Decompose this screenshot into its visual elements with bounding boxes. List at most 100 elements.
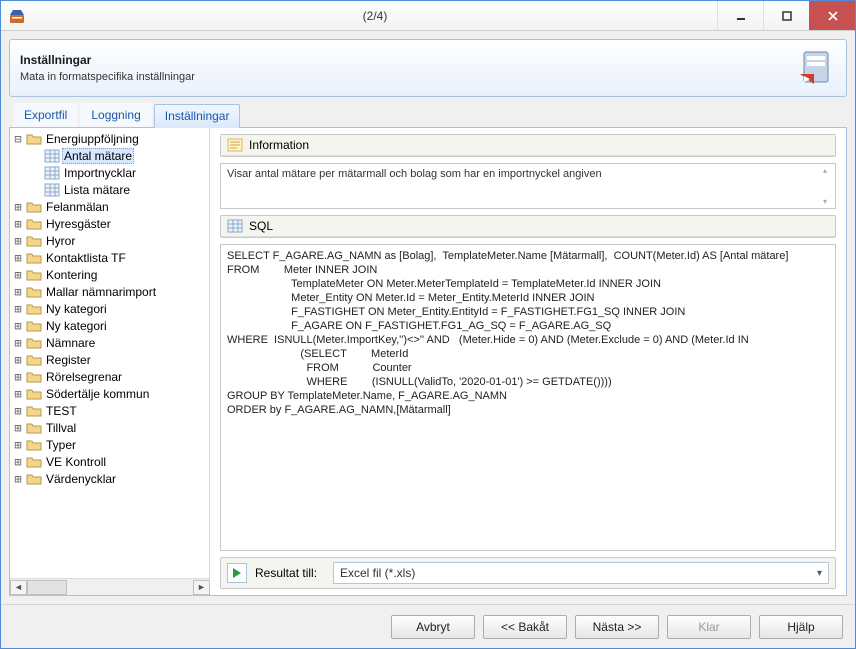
note-icon	[227, 138, 243, 152]
window-title: (2/4)	[33, 9, 717, 23]
expand-icon[interactable]: ⊞	[12, 217, 24, 231]
sql-label: SQL	[249, 219, 273, 233]
folder-icon	[26, 353, 42, 367]
folder-icon	[26, 370, 42, 384]
tree-node-typer[interactable]: ⊞Typer	[10, 436, 209, 453]
collapse-icon[interactable]: ⊟	[12, 132, 24, 146]
expand-icon[interactable]: ⊞	[12, 336, 24, 350]
folder-icon	[26, 387, 42, 401]
expand-icon[interactable]: ⊞	[12, 353, 24, 367]
bakat-button[interactable]: << Bakåt	[483, 615, 567, 639]
header-panel: Inställningar Mata in formatspecifika in…	[9, 39, 847, 97]
expand-icon[interactable]: ⊞	[12, 285, 24, 299]
klar-button[interactable]: Klar	[667, 615, 751, 639]
close-button[interactable]	[809, 1, 855, 30]
tree-node-felanmalan[interactable]: ⊞Felanmälan	[10, 198, 209, 215]
tree-node-importnycklar[interactable]: Importnycklar	[10, 164, 209, 181]
result-row: Resultat till: Excel fil (*.xls) ▾	[220, 557, 836, 589]
scroll-down-icon[interactable]: ▾	[823, 197, 833, 206]
tree-node-vardenycklar[interactable]: ⊞Värdenycklar	[10, 470, 209, 487]
hjalp-button[interactable]: Hjälp	[759, 615, 843, 639]
expand-icon[interactable]: ⊞	[12, 404, 24, 418]
tree-node-register[interactable]: ⊞Register	[10, 351, 209, 368]
scroll-right-icon[interactable]: ►	[193, 580, 210, 595]
expand-icon[interactable]: ⊞	[12, 455, 24, 469]
expand-icon[interactable]: ⊞	[12, 234, 24, 248]
tree-node-kontering[interactable]: ⊞Kontering	[10, 266, 209, 283]
tree-node-energi[interactable]: ⊟Energiuppföljning	[10, 130, 209, 147]
folder-icon	[26, 455, 42, 469]
server-icon	[796, 48, 836, 88]
category-tree[interactable]: ⊟Energiuppföljning Antal mätare Importny…	[10, 128, 210, 578]
folder-icon	[26, 251, 42, 265]
grid-icon	[227, 219, 243, 233]
page-subtitle: Mata in formatspecifika inställningar	[20, 71, 195, 83]
result-combo[interactable]: Excel fil (*.xls) ▾	[333, 562, 829, 584]
tree-node-sodertalje[interactable]: ⊞Södertälje kommun	[10, 385, 209, 402]
information-label: Information	[249, 138, 309, 152]
folder-icon	[26, 268, 42, 282]
folder-icon	[26, 319, 42, 333]
grid-icon	[44, 183, 60, 197]
scroll-left-icon[interactable]: ◄	[10, 580, 27, 595]
tree-node-rorelsegrenar[interactable]: ⊞Rörelsegrenar	[10, 368, 209, 385]
result-label: Resultat till:	[255, 566, 325, 580]
expand-icon[interactable]: ⊞	[12, 251, 24, 265]
folder-icon	[26, 234, 42, 248]
nasta-button[interactable]: Nästa >>	[575, 615, 659, 639]
folder-icon	[26, 200, 42, 214]
tree-node-hyresgaster[interactable]: ⊞Hyresgäster	[10, 215, 209, 232]
folder-icon	[26, 217, 42, 231]
tab-installningar[interactable]: Inställningar	[154, 104, 241, 128]
app-icon	[7, 6, 27, 26]
folder-icon	[26, 302, 42, 316]
expand-icon[interactable]: ⊞	[12, 319, 24, 333]
tree-node-test[interactable]: ⊞TEST	[10, 402, 209, 419]
run-button[interactable]	[227, 563, 247, 583]
tree-hscrollbar[interactable]: ◄ ►	[10, 578, 210, 595]
information-section: Information	[220, 134, 836, 157]
grid-icon	[44, 149, 60, 163]
scroll-thumb[interactable]	[27, 580, 67, 595]
chevron-down-icon: ▾	[817, 568, 822, 579]
grid-icon	[44, 166, 60, 180]
tab-bar: Exportfil Loggning Inställningar	[9, 103, 847, 128]
avbryt-button[interactable]: Avbryt	[391, 615, 475, 639]
minimize-button[interactable]	[717, 1, 763, 30]
folder-open-icon	[26, 132, 42, 146]
tree-node-namnare[interactable]: ⊞Nämnare	[10, 334, 209, 351]
tab-exportfil[interactable]: Exportfil	[13, 103, 78, 127]
titlebar: (2/4)	[1, 1, 855, 31]
tree-node-tillval[interactable]: ⊞Tillval	[10, 419, 209, 436]
folder-icon	[26, 421, 42, 435]
folder-icon	[26, 336, 42, 350]
expand-icon[interactable]: ⊞	[12, 421, 24, 435]
tree-node-hyror[interactable]: ⊞Hyror	[10, 232, 209, 249]
expand-icon[interactable]: ⊞	[12, 472, 24, 486]
tree-node-nykat1[interactable]: ⊞Ny kategori	[10, 300, 209, 317]
expand-icon[interactable]: ⊞	[12, 387, 24, 401]
play-icon	[231, 567, 243, 579]
expand-icon[interactable]: ⊞	[12, 302, 24, 316]
folder-icon	[26, 404, 42, 418]
scroll-up-icon[interactable]: ▴	[823, 166, 833, 175]
expand-icon[interactable]: ⊞	[12, 268, 24, 282]
tab-loggning[interactable]: Loggning	[80, 103, 151, 127]
tree-node-mallar[interactable]: ⊞Mallar nämnarimport	[10, 283, 209, 300]
page-title: Inställningar	[20, 53, 195, 67]
folder-icon	[26, 285, 42, 299]
tree-node-vekontroll[interactable]: ⊞VE Kontroll	[10, 453, 209, 470]
sql-section: SQL	[220, 215, 836, 238]
expand-icon[interactable]: ⊞	[12, 370, 24, 384]
tree-node-nykat2[interactable]: ⊞Ny kategori	[10, 317, 209, 334]
maximize-button[interactable]	[763, 1, 809, 30]
wizard-buttons: Avbryt << Bakåt Nästa >> Klar Hjälp	[1, 604, 855, 648]
tree-node-lista[interactable]: Lista mätare	[10, 181, 209, 198]
expand-icon[interactable]: ⊞	[12, 438, 24, 452]
tree-node-antal[interactable]: Antal mätare	[10, 147, 209, 164]
expand-icon[interactable]: ⊞	[12, 200, 24, 214]
tree-node-kontaktlista[interactable]: ⊞Kontaktlista TF	[10, 249, 209, 266]
sql-textarea[interactable]: SELECT F_AGARE.AG_NAMN as [Bolag], Templ…	[220, 244, 836, 551]
information-textarea[interactable]: Visar antal mätare per mätarmall och bol…	[220, 163, 836, 209]
folder-icon	[26, 472, 42, 486]
